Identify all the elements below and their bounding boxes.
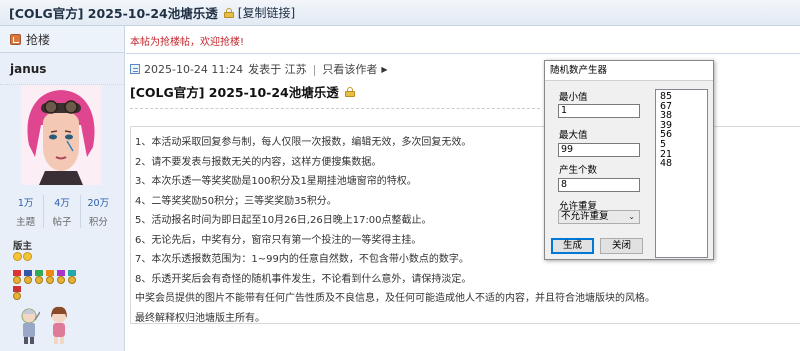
grab-floor-notice: 本帖为抢楼帖，欢迎抢楼! xyxy=(130,37,245,48)
medal-list xyxy=(12,270,82,301)
rank-smile-icon xyxy=(13,252,22,261)
generate-button[interactable]: 生成 xyxy=(551,238,594,254)
min-label: 最小值 xyxy=(559,92,588,103)
rank-smile-icon xyxy=(23,252,32,261)
medal-icon[interactable] xyxy=(34,270,44,285)
count-input[interactable]: 8 xyxy=(558,178,640,192)
grab-floor-icon xyxy=(10,33,21,45)
stat-threads-label: 主题 xyxy=(16,217,36,228)
grab-floor-label: 抢楼 xyxy=(26,32,51,47)
chibi-decorations xyxy=(18,306,70,346)
avatar-portrait-icon xyxy=(21,85,101,185)
lock-icon xyxy=(223,7,234,18)
divider xyxy=(130,108,540,109)
author-username[interactable]: janus xyxy=(0,53,124,85)
stat-posts-label: 帖子 xyxy=(52,217,72,228)
post-meta: 2025-10-24 11:24 发表于 江苏 | 只看该作者 ▶ xyxy=(130,60,388,78)
max-value-input[interactable]: 99 xyxy=(558,143,640,157)
grab-floor-row[interactable]: 抢楼 xyxy=(0,26,124,53)
divider xyxy=(126,53,800,54)
post-location: 发表于 江苏 xyxy=(248,63,307,76)
lock-icon xyxy=(344,86,355,97)
thread-title-bar: [COLG官方] 2025-10-24池塘乐透 [复制链接] xyxy=(0,0,800,26)
caret-right-icon: ▶ xyxy=(381,64,388,74)
stat-posts-value: 4万 xyxy=(54,198,70,209)
stat-points-value: 20万 xyxy=(87,198,110,209)
author-only-link[interactable]: 只看该作者 xyxy=(322,61,377,77)
medal-icon[interactable] xyxy=(45,270,55,285)
stat-points-label: 积分 xyxy=(88,217,108,228)
stat-threads[interactable]: 1万 主题 xyxy=(8,195,45,228)
copy-link-button[interactable]: [复制链接] xyxy=(238,4,295,21)
medal-icon[interactable] xyxy=(56,270,66,285)
user-rank: 版主 xyxy=(13,241,33,252)
medal-icon[interactable] xyxy=(12,286,22,301)
rule-line: 中奖会员提供的图片不能带有任何广告性质及不良信息，及任何可能造成他人不适的内容，… xyxy=(135,293,655,304)
rank-stars xyxy=(13,252,32,261)
rule-line: 最终解释权归池塘版主所有。 xyxy=(135,312,265,324)
output-list[interactable]: 85 67 38 39 56 5 21 48 xyxy=(655,89,708,258)
thread-title: [COLG官方] 2025-10-24池塘乐透 xyxy=(9,6,218,21)
stat-threads-value: 1万 xyxy=(17,198,34,209)
medal-icon[interactable] xyxy=(23,270,33,285)
post-datetime: 2025-10-24 11:24 xyxy=(144,62,244,76)
close-button[interactable]: 关闭 xyxy=(600,238,643,254)
avatar[interactable] xyxy=(21,85,101,185)
chibi-girl-icon xyxy=(51,306,67,344)
stat-posts[interactable]: 4万 帖子 xyxy=(44,195,81,228)
output-number: 48 xyxy=(660,158,673,170)
post-title: [COLG官方] 2025-10-24池塘乐透 xyxy=(130,82,355,101)
author-stats: 1万 主题 4万 帖子 20万 积分 xyxy=(8,195,116,228)
author-sidebar: 抢楼 janus xyxy=(0,26,125,351)
post-icon xyxy=(130,64,140,74)
repeat-select[interactable]: 不允许重复 ⌄ xyxy=(558,210,640,224)
meta-separator: | xyxy=(312,62,317,76)
chibi-knight-icon xyxy=(21,308,40,344)
medal-icon[interactable] xyxy=(12,270,22,285)
repeat-select-value: 不允许重复 xyxy=(561,211,609,222)
dialog-title[interactable]: 随机数产生器 xyxy=(545,61,713,81)
stat-points[interactable]: 20万 积分 xyxy=(81,195,116,228)
medal-icon[interactable] xyxy=(67,270,77,285)
rule-line: 8、乐透开奖后会有奇怪的随机事件发生，不论看到什么意外，请保持淡定。 xyxy=(135,273,472,285)
post-title-text: [COLG官方] 2025-10-24池塘乐透 xyxy=(130,85,339,100)
random-generator-dialog[interactable]: 随机数产生器 最小值 1 最大值 99 产生个数 8 允许重复 不允许重复 ⌄ … xyxy=(544,60,714,260)
min-value-input[interactable]: 1 xyxy=(558,104,640,118)
chevron-down-icon: ⌄ xyxy=(628,212,635,221)
output-number: 56 xyxy=(660,129,673,141)
count-label: 产生个数 xyxy=(559,165,598,176)
max-label: 最大值 xyxy=(559,130,588,141)
